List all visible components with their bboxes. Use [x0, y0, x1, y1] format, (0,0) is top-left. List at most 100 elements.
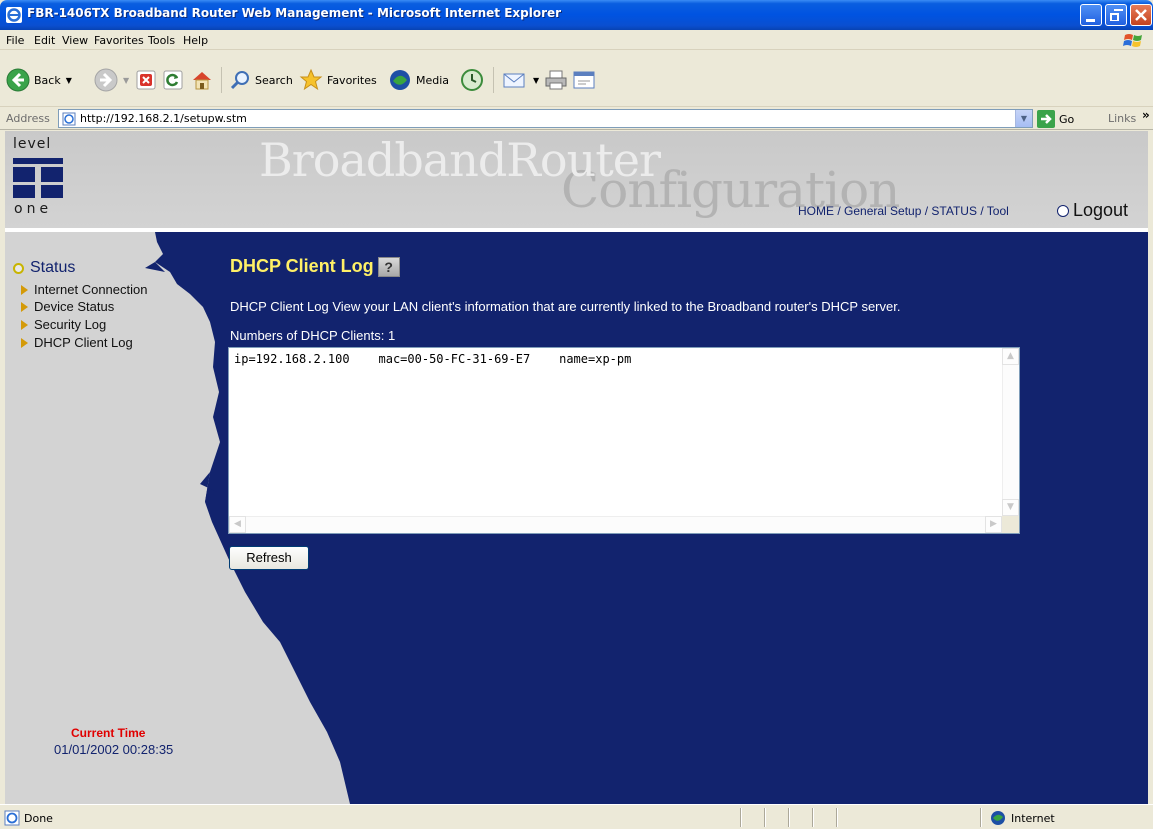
sidebar-item-label: DHCP Client Log — [34, 335, 133, 350]
close-icon — [1135, 9, 1147, 21]
edit-page-icon — [573, 71, 595, 89]
status-divider — [764, 808, 766, 827]
home-button[interactable] — [190, 67, 214, 93]
go-arrow-icon — [1037, 110, 1055, 128]
mail-button[interactable]: ▼ — [502, 67, 539, 93]
security-zone[interactable]: Internet — [990, 810, 1055, 826]
chevron-down-icon[interactable]: ▼ — [533, 76, 539, 85]
back-label: Back — [34, 73, 61, 87]
help-icon[interactable]: ? — [377, 256, 400, 277]
sidebar-section-status[interactable]: Status — [13, 259, 75, 277]
restore-button[interactable] — [1105, 4, 1127, 26]
dhcp-log-entry: ip=192.168.2.100 mac=00-50-FC-31-69-E7 n… — [234, 352, 632, 366]
brand-title: BroadbandRouter — [259, 133, 661, 187]
favorites-label: Favorites — [327, 73, 377, 87]
nav-general-setup[interactable]: General Setup — [844, 204, 921, 218]
chevron-right-icon[interactable]: » — [1142, 108, 1150, 122]
minimize-button[interactable] — [1080, 4, 1102, 26]
logo-mark-icon — [13, 158, 63, 198]
sidebar-item-internet-connection[interactable]: Internet Connection — [21, 282, 147, 297]
page-icon — [62, 112, 76, 125]
vertical-scrollbar[interactable]: ▲ ▼ — [1002, 348, 1019, 516]
go-button[interactable]: Go — [1037, 110, 1074, 128]
menu-favorites[interactable]: Favorites — [94, 34, 144, 47]
scroll-up-icon[interactable]: ▲ — [1002, 348, 1019, 365]
sidebar-item-security-log[interactable]: Security Log — [21, 317, 106, 332]
status-bar: Done Internet — [0, 804, 1153, 829]
links-button[interactable]: Links — [1108, 112, 1136, 125]
stop-button[interactable] — [136, 67, 156, 93]
triangle-right-icon — [21, 319, 28, 330]
router-header: level one Configuration BroadbandRouter … — [5, 131, 1148, 228]
refresh-icon — [163, 70, 183, 90]
nav-home[interactable]: HOME — [798, 204, 834, 218]
history-icon — [461, 69, 483, 91]
menu-bar: File Edit View Favorites Tools Help — [0, 30, 1153, 50]
media-button[interactable]: Media — [388, 67, 449, 93]
toolbar: Back ▼ ▼ Search Favorites Media ▼ — [0, 51, 1153, 107]
triangle-right-icon — [21, 301, 28, 312]
forward-button[interactable]: ▼ — [94, 67, 129, 93]
status-divider — [740, 808, 742, 827]
horizontal-scrollbar[interactable]: ◀ ▶ — [229, 516, 1002, 533]
close-button[interactable] — [1130, 4, 1152, 26]
ie-icon — [6, 7, 22, 23]
current-time-value: 01/01/2002 00:28:35 — [54, 742, 174, 757]
nav-tool[interactable]: Tool — [987, 204, 1009, 218]
status-text: Done — [24, 811, 53, 825]
toolbar-separator — [493, 67, 494, 93]
address-input[interactable]: http://192.168.2.1/setupw.stm ▼ — [58, 109, 1033, 128]
star-icon — [299, 68, 323, 91]
triangle-right-icon — [21, 284, 28, 295]
history-button[interactable] — [460, 67, 484, 93]
stop-icon — [136, 70, 156, 90]
refresh-page-button[interactable] — [163, 67, 183, 93]
back-arrow-icon — [6, 68, 30, 92]
security-zone-label: Internet — [1011, 811, 1055, 825]
window-title-bar[interactable]: FBR-1406TX Broadband Router Web Manageme… — [0, 0, 1153, 30]
edit-button[interactable] — [572, 67, 596, 93]
sidebar-item-dhcp-client-log[interactable]: DHCP Client Log — [21, 335, 133, 350]
sidebar-item-label: Internet Connection — [34, 282, 148, 297]
page-title-text: DHCP Client Log — [230, 256, 374, 276]
nav-separator: / — [976, 204, 987, 218]
scroll-right-icon[interactable]: ▶ — [985, 516, 1002, 533]
scroll-down-icon[interactable]: ▼ — [1002, 499, 1019, 516]
menu-tools[interactable]: Tools — [148, 34, 175, 47]
dhcp-log-textarea[interactable]: ip=192.168.2.100 mac=00-50-FC-31-69-E7 n… — [228, 347, 1020, 534]
chevron-down-icon[interactable]: ▼ — [1015, 110, 1032, 127]
search-label: Search — [255, 73, 293, 87]
scrollbar-corner — [1002, 516, 1019, 533]
refresh-button[interactable]: Refresh — [229, 546, 309, 570]
top-nav: HOME / General Setup / STATUS / Tool — [798, 204, 1009, 218]
media-icon — [390, 70, 410, 90]
media-label: Media — [416, 73, 450, 87]
page-description: DHCP Client Log View your LAN client's i… — [230, 299, 901, 314]
logo-level-text: level — [13, 136, 52, 152]
status-done: Done — [4, 810, 53, 826]
scroll-left-icon[interactable]: ◀ — [229, 516, 246, 533]
search-button[interactable]: Search — [229, 67, 293, 93]
status-divider — [980, 808, 982, 827]
menu-edit[interactable]: Edit — [34, 34, 55, 47]
menu-help[interactable]: Help — [183, 34, 208, 47]
menu-view[interactable]: View — [62, 34, 88, 47]
print-button[interactable] — [544, 67, 568, 93]
nav-status[interactable]: STATUS — [931, 204, 977, 218]
client-count-label: Numbers of DHCP Clients: — [230, 328, 385, 343]
logout-link[interactable]: Logout — [1057, 200, 1128, 221]
sidebar-section-label: Status — [30, 259, 76, 276]
address-bar: Address http://192.168.2.1/setupw.stm ▼ … — [0, 108, 1153, 130]
address-label: Address — [6, 112, 50, 125]
favorites-button[interactable]: Favorites — [299, 67, 377, 93]
status-divider — [836, 808, 838, 827]
address-url: http://192.168.2.1/setupw.stm — [80, 112, 247, 125]
back-button[interactable]: Back ▼ — [6, 67, 72, 93]
sidebar-item-device-status[interactable]: Device Status — [21, 299, 114, 314]
client-count: Numbers of DHCP Clients: 1 — [230, 328, 395, 343]
chevron-down-icon[interactable]: ▼ — [123, 76, 129, 85]
status-divider — [788, 808, 790, 827]
search-icon — [230, 71, 249, 90]
chevron-down-icon[interactable]: ▼ — [66, 76, 72, 85]
menu-file[interactable]: File — [6, 34, 24, 47]
